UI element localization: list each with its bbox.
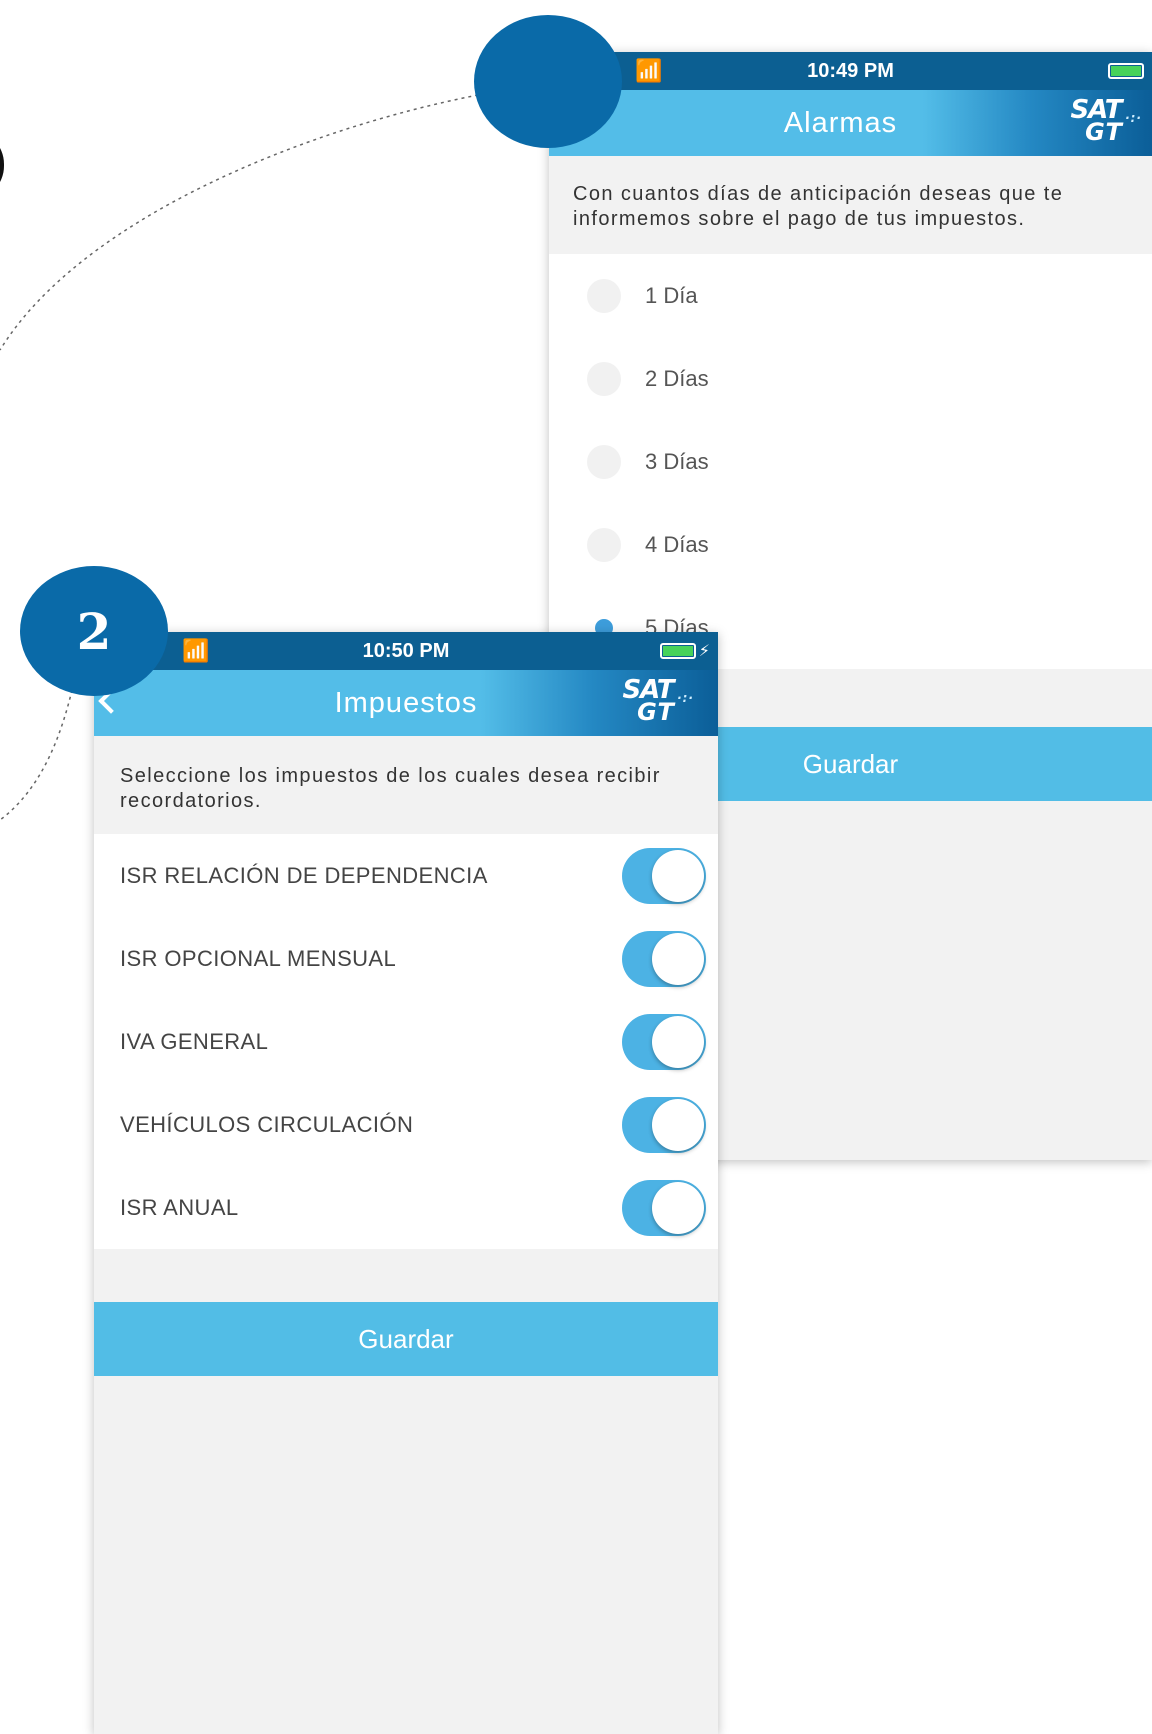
- option-label: 1 Día: [645, 282, 698, 308]
- intro-text: Seleccione los impuestos de los cuales d…: [94, 736, 718, 834]
- wifi-icon: 📶: [182, 638, 210, 663]
- radio-button[interactable]: [587, 278, 621, 313]
- battery-charging-icon: [660, 643, 696, 659]
- radio-button[interactable]: [587, 361, 621, 396]
- option-label: 2 Días: [645, 365, 709, 391]
- tax-toggle-list: ISR RELACIÓN DE DEPENDENCIA ISR OPCIONAL…: [94, 834, 718, 1249]
- option-1-dia[interactable]: 1 Día: [549, 254, 1152, 337]
- tax-label: IVA GENERAL: [120, 1028, 269, 1054]
- tax-toggle-switch[interactable]: [622, 930, 706, 987]
- sat-gt-logo: SAT GT ·:·: [622, 675, 694, 726]
- toggle-knob: [652, 1015, 704, 1068]
- tax-row-isr-opcional-mensual: ISR OPCIONAL MENSUAL: [94, 917, 718, 1000]
- nav-bar: Alarmas SAT GT ·:·: [549, 90, 1152, 156]
- tax-row-vehiculos-circulacion: VEHÍCULOS CIRCULACIÓN: [94, 1083, 718, 1166]
- status-time: 10:50 PM: [362, 639, 450, 662]
- page-title: Alarmas: [783, 106, 898, 139]
- tax-row-isr-relacion-dependencia: ISR RELACIÓN DE DEPENDENCIA: [94, 834, 718, 917]
- status-bar: 📶 10:49 PM: [549, 52, 1152, 90]
- intro-text: Con cuantos días de anticipación deseas …: [549, 156, 1152, 254]
- toggle-knob: [652, 1181, 704, 1234]
- option-4-dias[interactable]: 4 Días: [549, 503, 1152, 586]
- radio-button[interactable]: [587, 444, 621, 479]
- option-2-dias[interactable]: 2 Días: [549, 337, 1152, 420]
- tax-row-iva-general: IVA GENERAL: [94, 1000, 718, 1083]
- page-title: Impuestos: [334, 686, 478, 719]
- days-option-list: 1 Día 2 Días 3 Días 4 Días 5 Días: [549, 254, 1152, 669]
- option-3-dias[interactable]: 3 Días: [549, 420, 1152, 503]
- status-time: 10:49 PM: [807, 59, 894, 82]
- tax-toggle-switch[interactable]: [622, 1013, 706, 1070]
- wifi-icon: 📶: [635, 58, 663, 83]
- tax-label: ISR OPCIONAL MENSUAL: [120, 945, 397, 971]
- tax-toggle-switch[interactable]: [622, 847, 706, 904]
- tax-label: VEHÍCULOS CIRCULACIÓN: [120, 1111, 414, 1137]
- toggle-knob: [652, 849, 704, 902]
- option-label: 4 Días: [645, 531, 709, 557]
- battery-icon: [1108, 63, 1144, 79]
- tax-toggle-switch[interactable]: [622, 1179, 706, 1236]
- toggle-knob: [652, 1098, 704, 1151]
- sat-gt-logo: SAT GT ·:·: [1070, 95, 1142, 146]
- step-badge-partial: [0, 130, 4, 200]
- step-badge-2: 2: [20, 566, 168, 696]
- save-button[interactable]: Guardar: [94, 1302, 718, 1376]
- option-label: 3 Días: [645, 448, 709, 474]
- tax-label: ISR ANUAL: [120, 1194, 239, 1220]
- nav-bar: Impuestos SAT GT ·:·: [94, 670, 718, 736]
- step-badge-1: [474, 15, 622, 148]
- tax-label: ISR RELACIÓN DE DEPENDENCIA: [120, 862, 488, 888]
- status-bar: 📶 10:50 PM ⚡: [94, 632, 718, 670]
- toggle-knob: [652, 932, 704, 985]
- radio-button[interactable]: [587, 527, 621, 562]
- impuestos-screen: 📶 10:50 PM ⚡ Impuestos SAT GT ·:· Selecc…: [94, 632, 718, 1734]
- tax-row-isr-anual: ISR ANUAL: [94, 1166, 718, 1249]
- tax-toggle-switch[interactable]: [622, 1096, 706, 1153]
- charging-bolt-icon: ⚡: [698, 643, 710, 660]
